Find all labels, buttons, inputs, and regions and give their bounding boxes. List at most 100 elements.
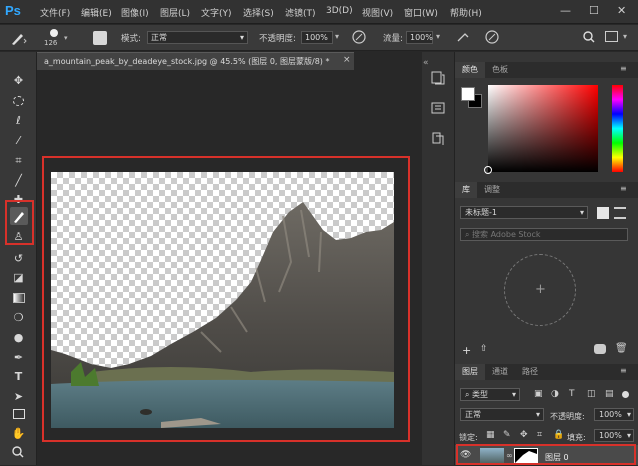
- history-panel-icon[interactable]: [430, 70, 446, 86]
- tab-paths[interactable]: 路径: [515, 364, 545, 380]
- chevron-down-icon[interactable]: ▾: [335, 32, 339, 41]
- filter-type-icon[interactable]: T: [569, 389, 575, 399]
- tab-adjustments[interactable]: 调整: [477, 182, 507, 198]
- tab-layers[interactable]: 图层: [455, 364, 485, 380]
- foreground-color-swatch[interactable]: [461, 87, 475, 101]
- lock-all-icon[interactable]: 🔒: [553, 430, 564, 440]
- layer-opacity-field[interactable]: 100% ▾: [594, 408, 634, 421]
- lock-artboard-icon[interactable]: ⌗: [537, 430, 542, 440]
- upload-icon[interactable]: ⇧: [480, 344, 488, 354]
- library-select[interactable]: 未标题-1 ▾: [460, 206, 588, 219]
- hand-tool-icon[interactable]: ✋: [10, 426, 27, 442]
- menu-file[interactable]: 文件(F): [40, 6, 70, 19]
- flow-label: 流量:: [383, 34, 403, 44]
- chevron-down-icon: ▾: [626, 431, 631, 440]
- mode-select[interactable]: 正常 ▾: [147, 31, 248, 44]
- clone-stamp-tool-icon[interactable]: ♙: [10, 229, 27, 245]
- document-tab[interactable]: a_mountain_peak_by_deadeye_stock.jpg @ 4…: [37, 52, 354, 70]
- lock-image-icon[interactable]: ✎: [503, 430, 511, 440]
- filter-pixel-icon[interactable]: ▣: [534, 389, 543, 399]
- stock-search-input[interactable]: ⌕ 搜索 Adobe Stock: [460, 228, 628, 241]
- menu-layer[interactable]: 图层(L): [160, 6, 190, 19]
- dodge-tool-icon[interactable]: ●: [10, 330, 27, 346]
- marquee-tool-icon[interactable]: [10, 93, 27, 109]
- flow-field[interactable]: 100%: [406, 31, 433, 44]
- brush-tool-icon[interactable]: [10, 207, 28, 225]
- menu-type[interactable]: 文字(Y): [201, 6, 232, 19]
- menu-edit[interactable]: 编辑(E): [81, 6, 112, 19]
- chevron-down-icon[interactable]: ▾: [623, 32, 627, 41]
- filter-toggle-icon[interactable]: [622, 391, 629, 398]
- blend-mode-select[interactable]: 正常 ▾: [460, 408, 544, 421]
- filter-smart-object-icon[interactable]: ▤: [605, 389, 614, 399]
- panel-menu-icon[interactable]: ≡: [620, 64, 627, 73]
- menu-3d[interactable]: 3D(D): [326, 6, 353, 16]
- rectangle-tool-icon[interactable]: [10, 406, 27, 422]
- menu-help[interactable]: 帮助(H): [450, 6, 482, 19]
- move-tool-icon[interactable]: ✥: [10, 73, 27, 89]
- chevron-down-icon: ▾: [511, 390, 516, 399]
- tab-color[interactable]: 颜色: [455, 62, 485, 78]
- opacity-field[interactable]: 100%: [301, 31, 333, 44]
- chevron-down-icon: ▾: [535, 410, 540, 419]
- mode-value: 正常: [151, 33, 167, 42]
- type-tool-icon[interactable]: T: [10, 369, 27, 385]
- pen-tool-icon[interactable]: ✒: [10, 350, 27, 366]
- path-selection-tool-icon[interactable]: ➤: [10, 389, 27, 405]
- panel-menu-icon[interactable]: ≡: [620, 184, 627, 193]
- close-document-icon[interactable]: ×: [343, 55, 351, 65]
- brush-panel-toggle-icon[interactable]: [93, 31, 107, 45]
- library-panel-tabs: 库 调整: [455, 182, 638, 198]
- workspace-icon[interactable]: [605, 31, 618, 42]
- cloud-sync-icon[interactable]: [594, 344, 606, 354]
- character-panel-icon[interactable]: [430, 100, 446, 116]
- fill-label: 填充:: [567, 433, 586, 442]
- lock-transparent-icon[interactable]: ▦: [486, 430, 495, 440]
- menu-window[interactable]: 窗口(W): [404, 6, 438, 19]
- highlight-box: [456, 444, 636, 465]
- maximize-icon[interactable]: ☐: [589, 4, 599, 17]
- delete-icon[interactable]: 🗑: [615, 343, 628, 354]
- gradient-tool-icon[interactable]: [10, 290, 27, 306]
- color-picker-field[interactable]: [488, 85, 598, 172]
- brush-tool-preset-icon[interactable]: [8, 30, 28, 46]
- fill-field[interactable]: 100% ▾: [594, 429, 634, 442]
- tab-swatches[interactable]: 色板: [485, 62, 515, 78]
- color-picker-cursor[interactable]: [484, 166, 492, 174]
- lock-position-icon[interactable]: ✥: [520, 430, 528, 440]
- crop-tool-icon[interactable]: ⌗: [10, 153, 27, 169]
- brush-size-picker[interactable]: 126 ▾: [38, 28, 72, 50]
- close-icon[interactable]: ✕: [617, 4, 626, 17]
- hue-slider[interactable]: [612, 85, 623, 172]
- filter-shape-icon[interactable]: ◫: [587, 389, 596, 399]
- menu-filter[interactable]: 滤镜(T): [285, 6, 316, 19]
- panel-menu-icon[interactable]: ≡: [620, 366, 627, 375]
- tab-libraries[interactable]: 库: [455, 182, 477, 198]
- chevron-down-icon[interactable]: ▾: [436, 32, 440, 41]
- zoom-tool-icon[interactable]: [11, 445, 25, 459]
- list-view-icon[interactable]: [614, 207, 626, 219]
- add-element-icon[interactable]: +: [462, 344, 471, 357]
- paragraph-panel-icon[interactable]: [430, 130, 446, 146]
- tab-channels[interactable]: 通道: [485, 364, 515, 380]
- layer-opacity-label: 不透明度:: [550, 412, 585, 421]
- minimize-icon[interactable]: —: [560, 4, 571, 17]
- menu-view[interactable]: 视图(V): [362, 6, 393, 19]
- eyedropper-tool-icon[interactable]: ╱: [10, 173, 27, 189]
- blur-tool-icon[interactable]: ❍: [10, 310, 27, 326]
- filter-adjustment-icon[interactable]: ◑: [551, 389, 559, 399]
- search-icon[interactable]: [582, 30, 596, 44]
- airbrush-icon[interactable]: [455, 29, 471, 45]
- lasso-tool-icon[interactable]: ℓ: [10, 113, 27, 129]
- history-brush-tool-icon[interactable]: ↺: [10, 251, 27, 267]
- eraser-tool-icon[interactable]: ◪: [10, 270, 27, 286]
- collapse-panels-icon[interactable]: «: [423, 58, 429, 68]
- magic-wand-tool-icon[interactable]: ⁄: [10, 133, 27, 149]
- pressure-opacity-icon[interactable]: [351, 29, 367, 45]
- layer-filter-select[interactable]: ⌕ 类型 ▾: [460, 388, 520, 401]
- menu-select[interactable]: 选择(S): [243, 6, 274, 19]
- menu-image[interactable]: 图像(I): [121, 6, 149, 19]
- grid-view-icon[interactable]: [597, 207, 609, 219]
- pressure-size-icon[interactable]: [484, 29, 500, 45]
- add-content-icon[interactable]: +: [535, 282, 546, 297]
